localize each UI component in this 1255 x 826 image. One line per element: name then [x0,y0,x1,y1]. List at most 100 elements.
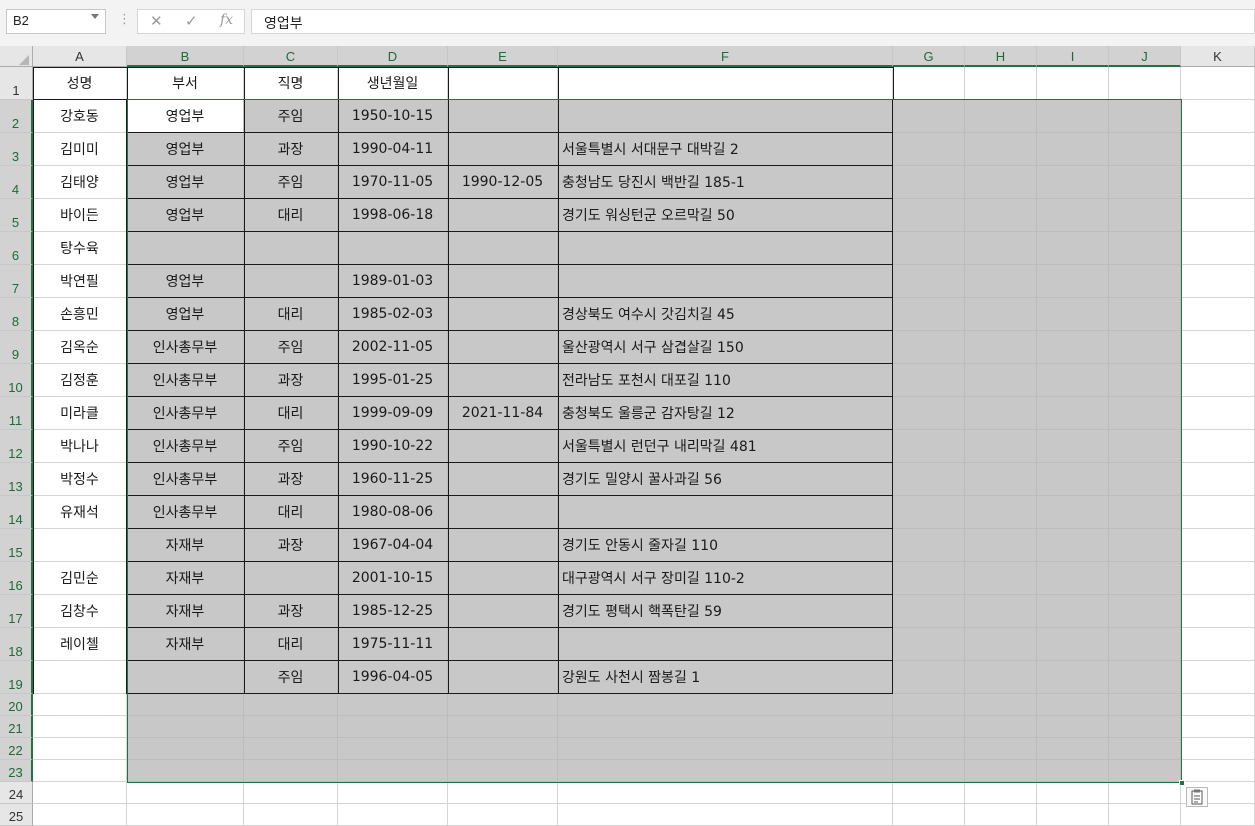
cell-a15[interactable] [33,529,127,562]
row-header-4[interactable]: 4 [0,166,33,199]
row-header-11[interactable]: 11 [0,397,33,430]
row-header-9[interactable]: 9 [0,331,33,364]
row-header-15[interactable]: 15 [0,529,33,562]
name-box[interactable]: B2 [6,9,106,34]
cell-a24[interactable] [33,782,127,804]
row-header-18[interactable]: 18 [0,628,33,661]
cell-k6[interactable] [1181,232,1255,265]
fill-handle[interactable] [1179,780,1185,786]
cell-k17[interactable] [1181,595,1255,628]
enter-icon[interactable]: ✓ [185,12,198,30]
column-header-h[interactable]: H [965,46,1037,67]
column-header-e[interactable]: E [448,46,558,67]
cell-k19[interactable] [1181,661,1255,694]
cell-i24[interactable] [1037,782,1109,804]
formula-input[interactable]: 영업부 [251,9,1255,34]
row-header-17[interactable]: 17 [0,595,33,628]
row-header-24[interactable]: 24 [0,782,33,804]
column-header-i[interactable]: I [1037,46,1109,67]
cell-a9[interactable]: 김옥순 [33,331,127,364]
row-header-1[interactable]: 1 [0,67,33,100]
cell-k13[interactable] [1181,463,1255,496]
dropdown-arrow-icon[interactable] [91,14,99,19]
cell-a22[interactable] [33,738,127,760]
cancel-icon[interactable]: ✕ [150,12,163,30]
function-icon[interactable]: fx [220,12,233,28]
cell-e24[interactable] [448,782,558,804]
cell-a2[interactable]: 강호동 [33,100,127,133]
cell-f24[interactable] [558,782,893,804]
cell-k16[interactable] [1181,562,1255,595]
cell-k5[interactable] [1181,199,1255,232]
cell-k3[interactable] [1181,133,1255,166]
cell-a10[interactable]: 김정훈 [33,364,127,397]
row-header-5[interactable]: 5 [0,199,33,232]
cell-h24[interactable] [965,782,1037,804]
cell-b1[interactable]: 부서 [127,67,244,100]
row-header-3[interactable]: 3 [0,133,33,166]
cell-k20[interactable] [1181,694,1255,716]
cell-c24[interactable] [244,782,338,804]
cell-j24[interactable] [1109,782,1181,804]
cell-a20[interactable] [33,694,127,716]
cell-f1[interactable] [558,67,893,100]
cell-k21[interactable] [1181,716,1255,738]
cell-k23[interactable] [1181,760,1255,782]
cell-a11[interactable]: 미라클 [33,397,127,430]
row-header-13[interactable]: 13 [0,463,33,496]
cell-k2[interactable] [1181,100,1255,133]
cell-d1[interactable]: 생년월일 [338,67,448,100]
column-header-j[interactable]: J [1109,46,1181,67]
cell-b24[interactable] [127,782,244,804]
row-header-10[interactable]: 10 [0,364,33,397]
cell-k9[interactable] [1181,331,1255,364]
row-header-19[interactable]: 19 [0,661,33,694]
cell-g1[interactable] [893,67,965,100]
row-header-20[interactable]: 20 [0,694,33,716]
row-header-7[interactable]: 7 [0,265,33,298]
cell-k11[interactable] [1181,397,1255,430]
cell-a12[interactable]: 박나나 [33,430,127,463]
cell-a19[interactable] [33,661,127,694]
cell-h1[interactable] [965,67,1037,100]
cell-k12[interactable] [1181,430,1255,463]
cell-c1[interactable]: 직명 [244,67,338,100]
cell-a18[interactable]: 레이첼 [33,628,127,661]
cell-k8[interactable] [1181,298,1255,331]
column-header-c[interactable]: C [244,46,338,67]
cell-a6[interactable]: 탕수육 [33,232,127,265]
cell-a4[interactable]: 김태양 [33,166,127,199]
column-header-d[interactable]: D [338,46,448,67]
row-header-22[interactable]: 22 [0,738,33,760]
cell-d24[interactable] [338,782,448,804]
cell-i1[interactable] [1037,67,1109,100]
cell-k14[interactable] [1181,496,1255,529]
row-header-14[interactable]: 14 [0,496,33,529]
row-header-16[interactable]: 16 [0,562,33,595]
column-header-b[interactable]: B [127,46,244,67]
column-header-g[interactable]: G [893,46,965,67]
cell-a21[interactable] [33,716,127,738]
row-header-12[interactable]: 12 [0,430,33,463]
cell-k18[interactable] [1181,628,1255,661]
cell-a14[interactable]: 유재석 [33,496,127,529]
cell-k15[interactable] [1181,529,1255,562]
row-header-6[interactable]: 6 [0,232,33,265]
cell-k22[interactable] [1181,738,1255,760]
cell-a7[interactable]: 박연필 [33,265,127,298]
cell-k7[interactable] [1181,265,1255,298]
cell-a16[interactable]: 김민순 [33,562,127,595]
column-header-a[interactable]: A [33,46,127,67]
row-header-23[interactable]: 23 [0,760,33,782]
column-header-k[interactable]: K [1181,46,1255,67]
row-header-2[interactable]: 2 [0,100,33,133]
cell-a13[interactable]: 박정수 [33,463,127,496]
cell-a5[interactable]: 바이든 [33,199,127,232]
row-header-21[interactable]: 21 [0,716,33,738]
paste-options-icon[interactable] [1186,787,1208,807]
cell-a1[interactable]: 성명 [33,67,127,100]
cell-k1[interactable] [1181,67,1255,100]
row-header-8[interactable]: 8 [0,298,33,331]
cell-g24[interactable] [893,782,965,804]
cell-a8[interactable]: 손흥민 [33,298,127,331]
